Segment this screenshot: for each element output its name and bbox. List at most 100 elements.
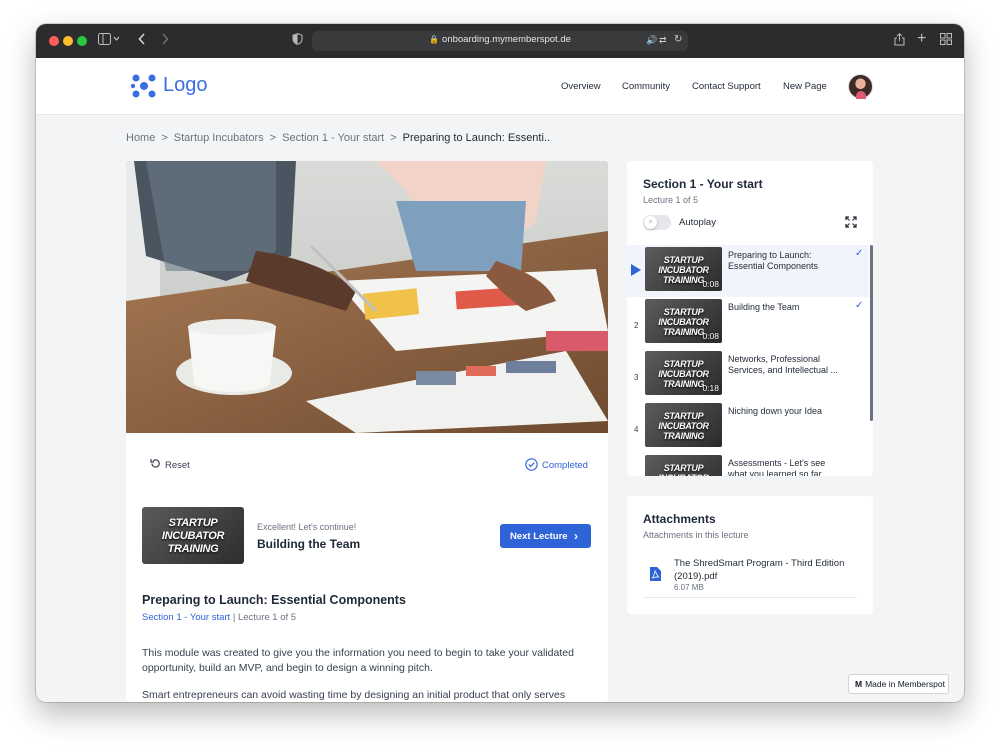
browser-titlebar: 🔒 onboarding.mymemberspot.de 🔊 ⇄ ↻ + [36,24,964,58]
made-in-memberspot-badge[interactable]: M Made in Memberspot [848,674,949,694]
playlist-item[interactable]: STARTUP INCUBATOR Assessments - Let's se… [627,453,869,476]
attachments-subtitle: Attachments in this lecture [643,530,749,540]
playlist-item[interactable]: 2 STARTUP INCUBATOR TRAINING 0:08 Buildin… [627,297,869,349]
breadcrumb-course[interactable]: Startup Incubators [174,132,264,144]
attachment-file-size: 6.07 MB [674,583,704,592]
badge-label: Made in Memberspot [865,679,945,689]
reset-icon [150,459,160,468]
playlist-item-number: 2 [634,321,639,330]
close-window-button[interactable] [49,36,59,46]
playlist-item[interactable]: 4 STARTUP INCUBATOR TRAINING Niching dow… [627,401,869,453]
thumbnail-text: STARTUP INCUBATOR TRAINING [658,411,709,441]
breadcrumb-current: Preparing to Launch: Essenti.. [402,132,551,144]
duration-label: 0:08 [702,279,719,289]
back-icon[interactable] [138,33,146,49]
reset-button[interactable]: Reset [150,458,190,471]
memberspot-logo-icon: M [855,679,863,689]
lecture-position: Lecture 1 of 5 [237,612,297,623]
zoom-window-button[interactable] [77,36,87,46]
lecture-card: Reset Completed STARTUP INCUBATOR TRAINI… [126,161,608,702]
playlist-item[interactable]: STARTUP INCUBATOR TRAINING 0:08 Preparing… [627,245,869,297]
breadcrumb-separator: > [269,132,277,144]
toggle-off-icon: × [644,216,657,229]
lock-icon: 🔒 [429,35,440,44]
share-icon[interactable] [894,33,905,50]
next-lecture-title[interactable]: Building the Team [257,537,360,551]
playlist-item-thumbnail: STARTUP INCUBATOR TRAINING 0:18 [645,351,722,395]
autoplay-toggle[interactable]: × [643,215,671,230]
divider [643,597,857,598]
playlist-item-number: 4 [634,425,639,434]
logo-icon[interactable] [130,72,158,100]
chevron-right-icon: › [574,529,578,543]
next-lecture-button-label: Next Lecture [510,531,568,542]
new-tab-icon[interactable]: + [917,31,926,47]
nav-link-community[interactable]: Community [622,81,670,92]
expand-icon[interactable] [845,216,857,228]
playlist-item-title: Niching down your Idea [728,406,823,416]
playlist-item-thumbnail: STARTUP INCUBATOR [645,455,722,476]
lecture-meta: Section 1 - Your start | Lecture 1 of 5 [142,612,296,623]
pdf-file-icon [650,567,661,581]
breadcrumb-separator: > [161,132,168,144]
tab-overview-icon[interactable] [940,33,952,49]
nav-link-contact-support[interactable]: Contact Support [692,81,761,92]
sidebar-toggle-icon[interactable] [98,33,120,49]
logo-text[interactable]: Logo [163,74,208,97]
browser-window: 🔒 onboarding.mymemberspot.de 🔊 ⇄ ↻ + Logo… [36,24,964,702]
playlist-item[interactable]: 3 STARTUP INCUBATOR TRAINING 0:18 Network… [627,349,869,401]
thumbnail-text: STARTUP INCUBATOR [658,463,709,476]
thumbnail-text: STARTUP INCUBATOR TRAINING [161,517,225,555]
completed-button[interactable]: Completed [525,458,588,471]
duration-label: 0:18 [702,383,719,393]
now-playing-icon [631,264,641,276]
playlist-item-title: Networks, Professional Services, and Int… [728,354,839,375]
next-lecture-thumbnail[interactable]: STARTUP INCUBATOR TRAINING [142,507,244,564]
playlist-item-title: Preparing to Launch: Essential Component… [728,250,819,271]
breadcrumb-home[interactable]: Home [126,132,155,144]
meta-divider: | [230,612,238,623]
lecture-section-link[interactable]: Section 1 - Your start [142,612,230,623]
reset-label: Reset [165,460,190,471]
forward-icon[interactable] [161,33,169,49]
breadcrumb-section[interactable]: Section 1 - Your start [282,132,384,144]
nav-link-overview[interactable]: Overview [561,81,601,92]
check-icon: ✓ [855,300,864,311]
playlist-item-title: Building the Team [728,302,800,312]
address-bar[interactable]: 🔒 onboarding.mymemberspot.de 🔊 ⇄ ↻ [312,31,688,51]
user-avatar[interactable] [848,74,873,99]
playlist-list: STARTUP INCUBATOR TRAINING 0:08 Preparing… [627,245,873,476]
next-lecture-eyebrow: Excellent! Let's continue! [257,522,357,532]
completed-label: Completed [542,460,588,471]
privacy-shield-icon[interactable] [292,33,303,49]
reload-icon[interactable]: ↻ [674,34,682,45]
playlist-item-thumbnail: STARTUP INCUBATOR TRAINING [645,403,722,447]
nav-link-new-page[interactable]: New Page [783,81,827,92]
autoplay-label: Autoplay [679,217,716,228]
lecture-title: Preparing to Launch: Essential Component… [142,593,406,607]
audio-icon[interactable]: 🔊 [646,35,657,46]
playlist-subtitle: Lecture 1 of 5 [643,195,699,205]
check-circle-icon [525,458,538,471]
playlist-title: Section 1 - Your start [643,177,763,191]
minimize-window-button[interactable] [63,36,73,46]
site-header: Logo Overview Community Contact Support … [36,58,964,115]
playlist-item-number: 3 [634,373,639,382]
translate-icon[interactable]: ⇄ [659,35,667,46]
address-bar-url: 🔒 onboarding.mymemberspot.de [312,34,688,45]
video-player[interactable] [126,161,608,433]
attachments-card: Attachments Attachments in this lecture … [627,496,873,614]
playlist-scrollbar[interactable] [870,245,873,421]
url-text: onboarding.mymemberspot.de [442,34,571,45]
lecture-description-paragraph: This module was created to give you the … [142,647,574,674]
duration-label: 0:08 [702,331,719,341]
video-still-image [126,161,608,433]
playlist-item-thumbnail: STARTUP INCUBATOR TRAINING 0:08 [645,299,722,343]
lecture-description-paragraph: Smart entrepreneurs can avoid wasting ti… [142,689,566,701]
next-lecture-button[interactable]: Next Lecture › [500,524,591,548]
attachment-file-name[interactable]: The ShredSmart Program - Third Edition (… [674,558,864,583]
check-icon: ✓ [855,248,864,259]
section-playlist: Section 1 - Your start Lecture 1 of 5 × … [627,161,873,476]
breadcrumb: Home > Startup Incubators > Section 1 - Your… [126,132,550,144]
playlist-item-thumbnail: STARTUP INCUBATOR TRAINING 0:08 [645,247,722,291]
